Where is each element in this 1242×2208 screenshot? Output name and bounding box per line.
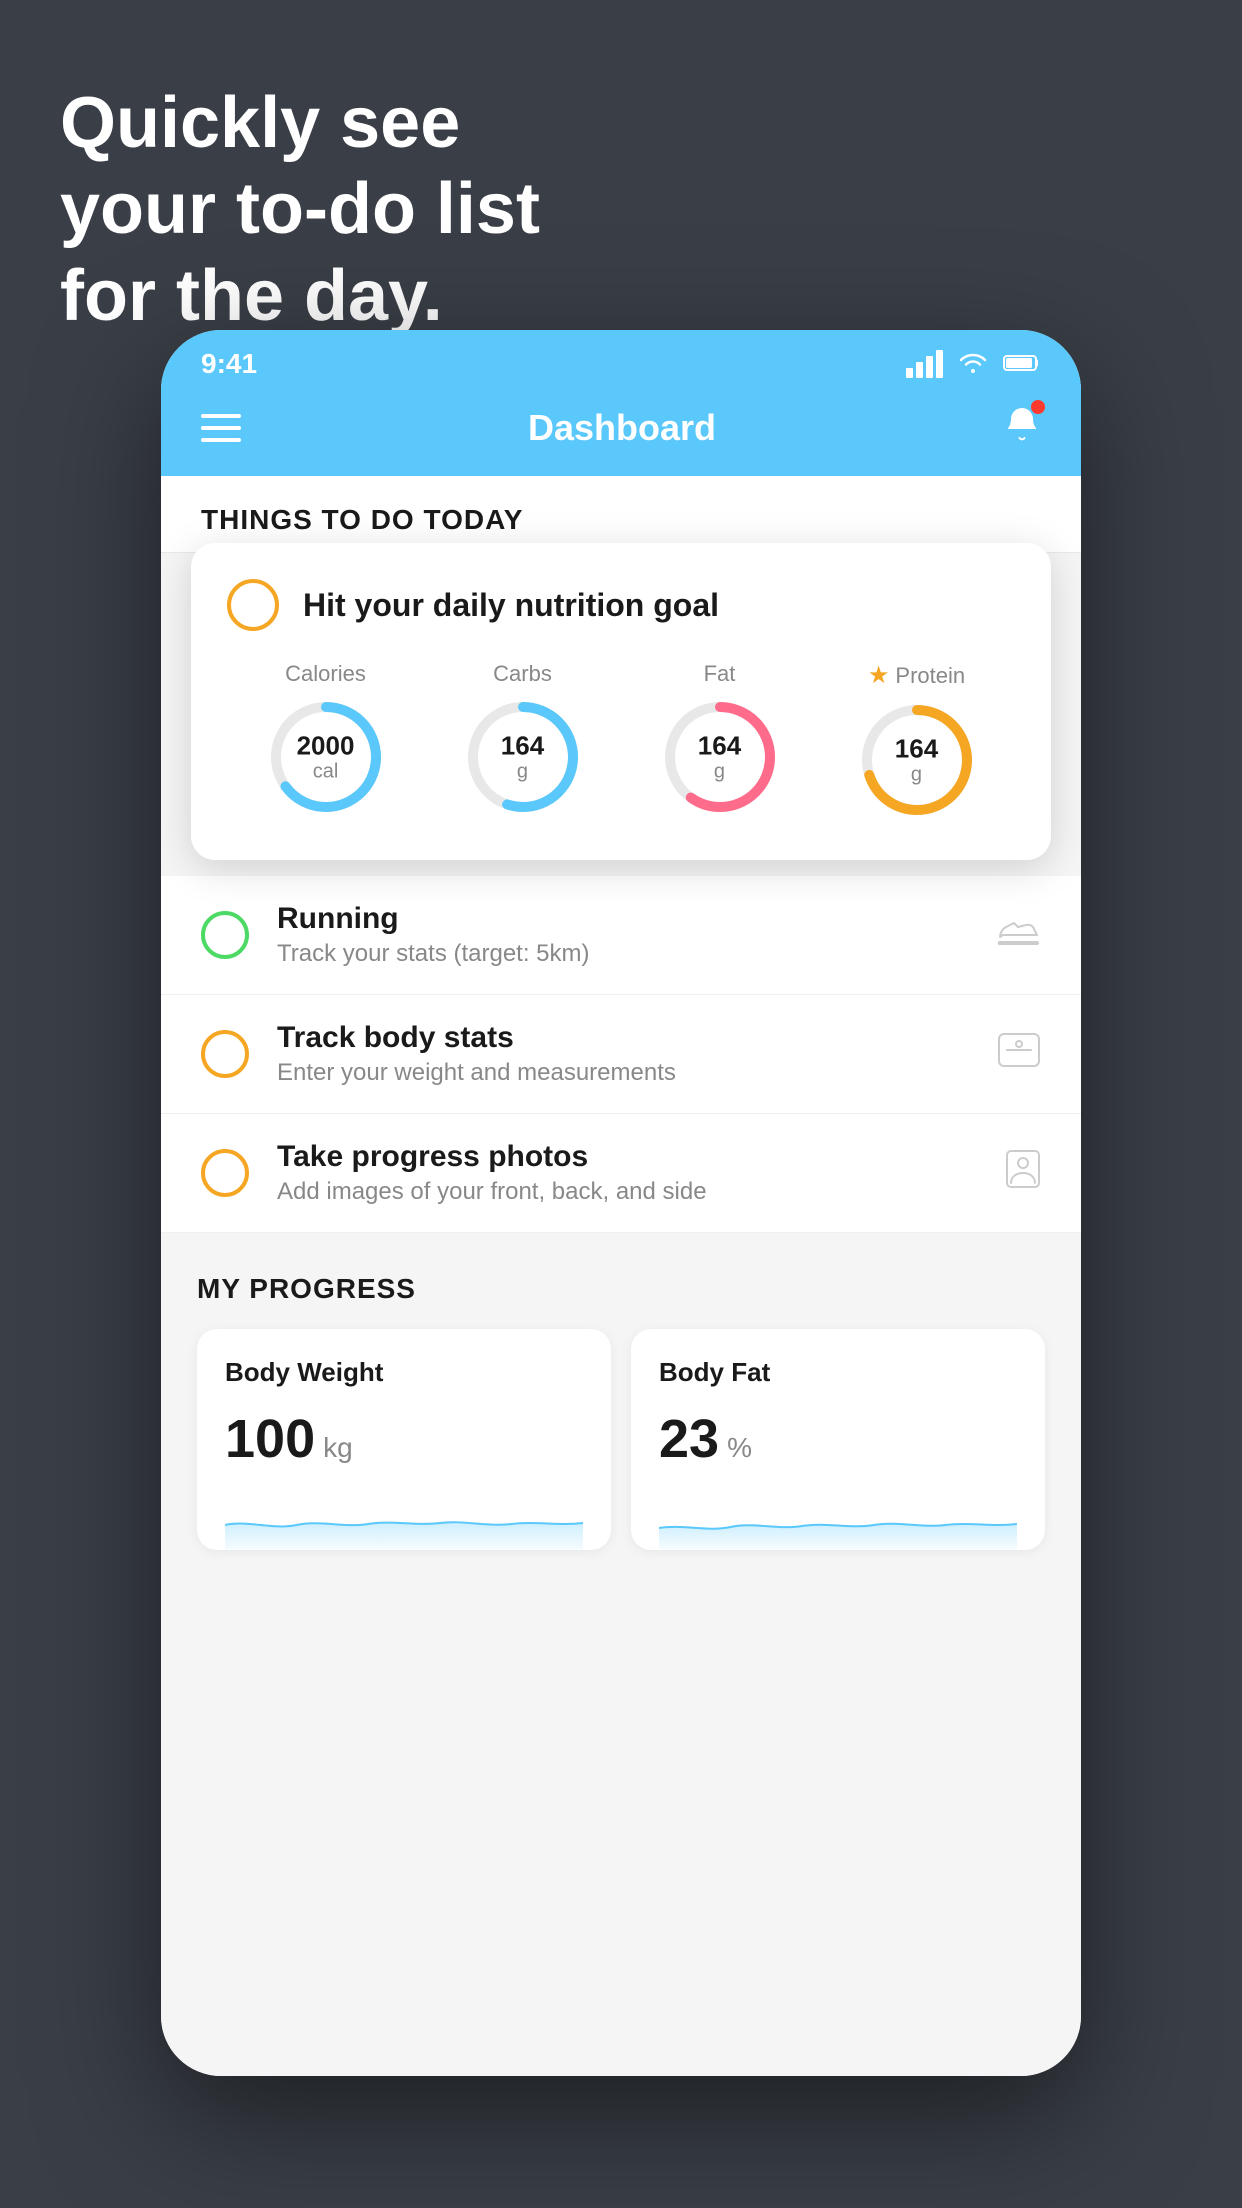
things-today-title: THINGS TO DO TODAY: [161, 476, 1081, 553]
calories-label: Calories: [285, 661, 366, 687]
carbs-donut: 164 g: [463, 697, 583, 817]
macros-row: Calories 2000 cal: [227, 661, 1015, 820]
body-weight-title: Body Weight: [225, 1357, 583, 1388]
person-icon: [1005, 1149, 1041, 1198]
body-weight-chart: [225, 1490, 583, 1550]
todo-running[interactable]: Running Track your stats (target: 5km): [161, 876, 1081, 995]
hero-headline: Quickly see your to-do list for the day.: [60, 80, 540, 339]
status-time: 9:41: [201, 348, 257, 380]
carbs-value: 164: [501, 732, 544, 761]
progress-section: MY PROGRESS Body Weight 100 kg: [161, 1233, 1081, 1570]
photos-circle: [201, 1149, 249, 1197]
fat-label: Fat: [704, 661, 736, 687]
progress-cards: Body Weight 100 kg: [197, 1329, 1045, 1550]
nutrition-todo-circle[interactable]: [227, 579, 279, 631]
running-desc: Track your stats (target: 5km): [277, 940, 969, 968]
macro-carbs: Carbs 164 g: [463, 661, 583, 817]
running-text: Running Track your stats (target: 5km): [277, 902, 969, 968]
macro-fat: Fat 164 g: [660, 661, 780, 817]
nav-title: Dashboard: [528, 407, 716, 449]
body-fat-value: 23: [659, 1408, 719, 1470]
todo-list: Running Track your stats (target: 5km): [161, 876, 1081, 1233]
hamburger-menu[interactable]: [201, 414, 241, 442]
photos-desc: Add images of your front, back, and side: [277, 1178, 977, 1206]
todo-photos[interactable]: Take progress photos Add images of your …: [161, 1114, 1081, 1233]
nutrition-card: Hit your daily nutrition goal Calories: [191, 543, 1051, 860]
signal-icon: [906, 350, 943, 378]
protein-donut: 164 g: [857, 700, 977, 820]
scale-icon: [997, 1032, 1041, 1077]
fat-donut: 164 g: [660, 697, 780, 817]
wifi-icon: [957, 348, 989, 380]
protein-label-row: ★ Protein: [868, 661, 965, 690]
protein-label: Protein: [895, 663, 965, 689]
body-stats-circle: [201, 1030, 249, 1078]
body-stats-desc: Enter your weight and measurements: [277, 1059, 969, 1087]
photos-text: Take progress photos Add images of your …: [277, 1140, 977, 1206]
protein-star-icon: ★: [868, 661, 890, 690]
protein-value: 164: [895, 735, 938, 764]
calories-unit: cal: [297, 760, 355, 782]
status-bar: 9:41: [161, 330, 1081, 390]
calories-value: 2000: [297, 732, 355, 761]
body-weight-value-row: 100 kg: [225, 1408, 583, 1470]
nav-bar: Dashboard: [161, 390, 1081, 476]
macro-calories: Calories 2000 cal: [266, 661, 386, 817]
nutrition-card-title: Hit your daily nutrition goal: [303, 587, 719, 624]
running-shoe-icon: [997, 914, 1041, 956]
phone-mockup: 9:41: [161, 330, 1081, 2076]
calories-donut: 2000 cal: [266, 697, 386, 817]
body-fat-card[interactable]: Body Fat 23 %: [631, 1329, 1045, 1550]
body-weight-value: 100: [225, 1408, 315, 1470]
body-fat-chart: [659, 1490, 1017, 1550]
body-stats-text: Track body stats Enter your weight and m…: [277, 1021, 969, 1087]
carbs-label: Carbs: [493, 661, 552, 687]
nutrition-card-header: Hit your daily nutrition goal: [227, 579, 1015, 631]
body-fat-title: Body Fat: [659, 1357, 1017, 1388]
headline-line2: your to-do list: [60, 166, 540, 252]
headline-line3: for the day.: [60, 253, 540, 339]
headline-line1: Quickly see: [60, 80, 540, 166]
progress-section-title: MY PROGRESS: [197, 1273, 1045, 1305]
body-stats-name: Track body stats: [277, 1021, 969, 1055]
status-icons: [906, 348, 1041, 380]
running-name: Running: [277, 902, 969, 936]
battery-icon: [1003, 348, 1041, 380]
notification-bell[interactable]: [1003, 404, 1041, 452]
body-weight-card[interactable]: Body Weight 100 kg: [197, 1329, 611, 1550]
todo-body-stats[interactable]: Track body stats Enter your weight and m…: [161, 995, 1081, 1114]
fat-value: 164: [698, 732, 741, 761]
protein-unit: g: [895, 763, 938, 785]
macro-protein: ★ Protein 164 g: [857, 661, 977, 820]
body-weight-unit: kg: [323, 1432, 353, 1464]
body-fat-unit: %: [727, 1432, 752, 1464]
carbs-unit: g: [501, 760, 544, 782]
fat-unit: g: [698, 760, 741, 782]
phone-content: THINGS TO DO TODAY Hit your daily nutrit…: [161, 476, 1081, 2076]
body-fat-value-row: 23 %: [659, 1408, 1017, 1470]
photos-name: Take progress photos: [277, 1140, 977, 1174]
notification-dot: [1031, 400, 1045, 414]
running-circle: [201, 911, 249, 959]
phone-screen: 9:41: [161, 330, 1081, 2076]
